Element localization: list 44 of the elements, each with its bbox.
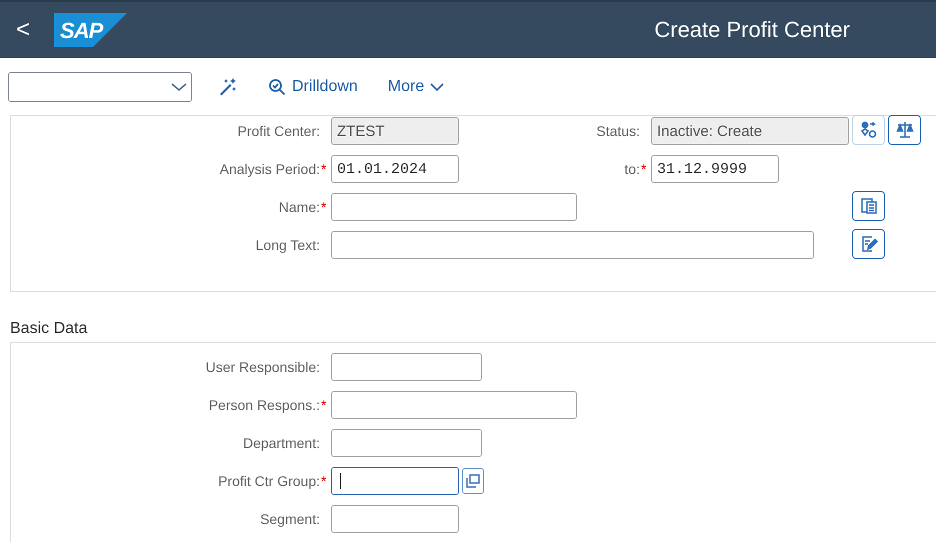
- value-help-button[interactable]: [462, 468, 484, 494]
- text-field[interactable]: [331, 231, 814, 259]
- balance-scale-icon: [894, 120, 914, 140]
- required-mark: *: [640, 161, 648, 177]
- value-help-icon: [465, 473, 481, 489]
- field-label: Profit Center:: [238, 123, 320, 139]
- field-label: Segment:: [260, 511, 320, 527]
- action-button[interactable]: [852, 229, 885, 259]
- drilldown-button[interactable]: Drilldown: [264, 76, 362, 98]
- action-button[interactable]: [852, 191, 885, 221]
- variant-dropdown[interactable]: [8, 72, 192, 102]
- field-label: Profit Ctr Group:: [218, 473, 320, 489]
- required-mark: *: [320, 397, 328, 413]
- required-mark: *: [320, 199, 328, 215]
- text-field[interactable]: [331, 505, 459, 533]
- text-field[interactable]: [331, 353, 482, 381]
- field-label: Person Respons.:: [208, 397, 320, 413]
- caret-icon: [171, 82, 187, 92]
- copy-icon: [858, 196, 878, 216]
- field-label: User Responsible:: [206, 359, 320, 375]
- field-label: Long Text:: [256, 237, 320, 253]
- caret-icon: [430, 82, 444, 92]
- action-button[interactable]: [888, 115, 921, 145]
- required-mark: *: [320, 161, 328, 177]
- page-title: Create Profit Center: [654, 17, 851, 43]
- back-button[interactable]: <: [12, 16, 34, 44]
- magic-wand-icon: [218, 76, 238, 96]
- search-icon: [268, 78, 286, 96]
- text-field[interactable]: [331, 193, 577, 221]
- company-logo: SAP: [54, 13, 128, 47]
- field-label: to:: [624, 161, 640, 177]
- field-label: Name:: [278, 199, 320, 215]
- text-field[interactable]: 01.01.2024: [331, 155, 459, 183]
- people-icon: [858, 120, 878, 140]
- text-field[interactable]: 31.12.9999: [651, 155, 779, 183]
- more-button[interactable]: More: [384, 76, 448, 98]
- text-field[interactable]: [331, 467, 459, 495]
- field-label: Status:: [596, 123, 640, 139]
- text-field[interactable]: [331, 429, 482, 457]
- field-label: Department:: [242, 435, 320, 451]
- required-mark: *: [320, 473, 328, 489]
- field-label: Analysis Period:: [220, 161, 320, 177]
- text-field[interactable]: [331, 391, 577, 419]
- section-title: Basic Data: [10, 320, 88, 338]
